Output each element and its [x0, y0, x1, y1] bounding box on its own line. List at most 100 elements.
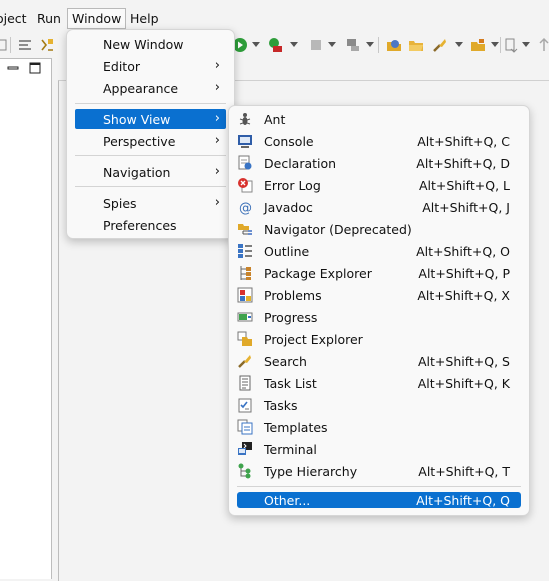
menu-item-search[interactable]: Search Alt+Shift+Q, S: [229, 351, 529, 371]
format-icon[interactable]: [17, 37, 33, 53]
menu-item-package-explorer[interactable]: Package Explorer Alt+Shift+Q, P: [229, 263, 529, 283]
menu-separator: [75, 186, 226, 187]
search-toolbar-icon[interactable]: [432, 37, 448, 53]
menu-item-label: Templates: [264, 420, 328, 435]
menu-item-terminal[interactable]: Terminal: [229, 439, 529, 459]
shortcut-label: Alt+Shift+Q, S: [417, 354, 510, 369]
show-view-submenu: Ant Console Alt+Shift+Q, C Declaration A…: [228, 105, 530, 516]
menu-item-templates[interactable]: Templates: [229, 417, 529, 437]
shortcut-label: Alt+Shift+Q, L: [418, 178, 510, 193]
chevron-right-icon: ›: [214, 164, 220, 179]
menu-item-label: Package Explorer: [264, 266, 372, 281]
menu-item-label: Show View: [103, 112, 171, 127]
open-type-icon[interactable]: [386, 37, 402, 53]
menu-item-label: Spies: [103, 196, 137, 211]
maximize-icon[interactable]: [29, 62, 41, 74]
stop-dropdown-icon[interactable]: [328, 42, 336, 47]
menu-item-label: Navigator (Deprecated): [264, 222, 412, 237]
menu-item-label: Tasks: [264, 398, 298, 413]
stop-icon[interactable]: [308, 37, 324, 53]
next-annotation-dropdown-icon[interactable]: [522, 42, 530, 47]
shortcut-label: Alt+Shift+Q, Q: [416, 493, 510, 508]
type-hierarchy-icon: [237, 463, 253, 479]
menu-item-label: Outline: [264, 244, 310, 259]
menu-item-label: Ant: [264, 112, 286, 127]
error-log-icon: [237, 177, 253, 193]
menu-item-new-window[interactable]: New Window: [67, 34, 234, 54]
shortcut-label: Alt+Shift+Q, O: [416, 244, 510, 259]
open-folder-icon[interactable]: [408, 37, 424, 53]
menu-item-label: Terminal: [264, 442, 317, 457]
run-dropdown-icon[interactable]: [252, 42, 260, 47]
outline-icon: [237, 243, 253, 259]
menu-item-other[interactable]: Other... Alt+Shift+Q, Q: [229, 492, 529, 508]
chevron-right-icon: ›: [214, 80, 220, 95]
menu-separator: [75, 155, 226, 156]
menu-item-label: Error Log: [264, 178, 321, 193]
menu-item-console[interactable]: Console Alt+Shift+Q, C: [229, 131, 529, 151]
menu-run[interactable]: Run: [37, 11, 61, 26]
menu-item-declaration[interactable]: Declaration Alt+Shift+Q, D: [229, 153, 529, 173]
shortcut-label: Alt+Shift+Q, X: [417, 288, 510, 303]
next-annotation-icon[interactable]: [504, 37, 520, 53]
menu-bar: oject Run Window Help: [0, 8, 549, 30]
menu-item-appearance[interactable]: Appearance ›: [67, 78, 234, 98]
menu-item-ant[interactable]: Ant: [229, 109, 529, 129]
menu-item-error-log[interactable]: Error Log Alt+Shift+Q, L: [229, 175, 529, 195]
menu-item-label: Preferences: [103, 218, 177, 233]
menu-item-label: Project Explorer: [264, 332, 363, 347]
menu-item-perspective[interactable]: Perspective ›: [67, 131, 234, 151]
project-explorer-icon: [237, 331, 253, 347]
shortcut-label: Alt+Shift+Q, K: [417, 376, 510, 391]
open-task-dropdown-icon[interactable]: [491, 42, 499, 47]
menu-item-spies[interactable]: Spies ›: [67, 193, 234, 213]
navigator-icon: [237, 221, 253, 237]
toolbar-separator: [500, 37, 501, 53]
menu-item-navigator[interactable]: Navigator (Deprecated): [229, 219, 529, 239]
menu-help[interactable]: Help: [130, 11, 159, 26]
menu-item-label: Problems: [264, 288, 322, 303]
menu-item-label: Search: [264, 354, 307, 369]
menu-item-javadoc[interactable]: @ Javadoc Alt+Shift+Q, J: [229, 197, 529, 217]
menu-item-label: Console: [264, 134, 314, 149]
menu-item-show-view[interactable]: Show View ›: [67, 109, 234, 129]
menu-item-label: Type Hierarchy: [264, 464, 358, 479]
tasks-icon: [237, 397, 253, 413]
menu-item-type-hierarchy[interactable]: Type Hierarchy Alt+Shift+Q, T: [229, 461, 529, 481]
left-view-pane: [0, 58, 52, 579]
minimize-icon[interactable]: [7, 62, 19, 74]
external-tools-dropdown-icon[interactable]: [290, 42, 298, 47]
menu-item-project-explorer[interactable]: Project Explorer: [229, 329, 529, 349]
menu-item-label: Navigation: [103, 165, 171, 180]
templates-icon: [237, 419, 253, 435]
menu-item-preferences[interactable]: Preferences: [67, 215, 234, 235]
code-assist-icon[interactable]: [39, 37, 55, 53]
menu-item-progress[interactable]: Progress: [229, 307, 529, 327]
shortcut-label: Alt+Shift+Q, T: [418, 464, 510, 479]
window-menu: New Window Editor › Appearance › Show Vi…: [66, 29, 235, 239]
menu-item-label: Appearance: [103, 81, 179, 96]
new-server-icon[interactable]: [345, 37, 361, 53]
menu-item-label: Task List: [264, 376, 317, 391]
menu-separator: [237, 486, 521, 487]
menu-project[interactable]: oject: [0, 11, 27, 26]
menu-separator: [75, 103, 226, 104]
external-tools-icon[interactable]: [267, 37, 283, 53]
search-dropdown-icon[interactable]: [455, 42, 463, 47]
toolbar-separator: [10, 37, 11, 53]
new-server-dropdown-icon[interactable]: [366, 42, 374, 47]
menu-item-outline[interactable]: Outline Alt+Shift+Q, O: [229, 241, 529, 261]
menu-item-label: Editor: [103, 59, 140, 74]
toolbar-partial-icon[interactable]: [0, 37, 10, 53]
task-list-icon: [237, 375, 253, 391]
menu-item-label: New Window: [103, 37, 184, 52]
chevron-right-icon: ›: [214, 195, 220, 210]
open-task-icon[interactable]: [470, 37, 486, 53]
menu-item-problems[interactable]: Problems Alt+Shift+Q, X: [229, 285, 529, 305]
menu-item-editor[interactable]: Editor ›: [67, 56, 234, 76]
menu-item-tasks[interactable]: Tasks: [229, 395, 529, 415]
previous-annotation-icon[interactable]: [536, 37, 549, 53]
menu-window[interactable]: Window: [67, 8, 127, 29]
menu-item-navigation[interactable]: Navigation ›: [67, 162, 234, 182]
menu-item-task-list[interactable]: Task List Alt+Shift+Q, K: [229, 373, 529, 393]
